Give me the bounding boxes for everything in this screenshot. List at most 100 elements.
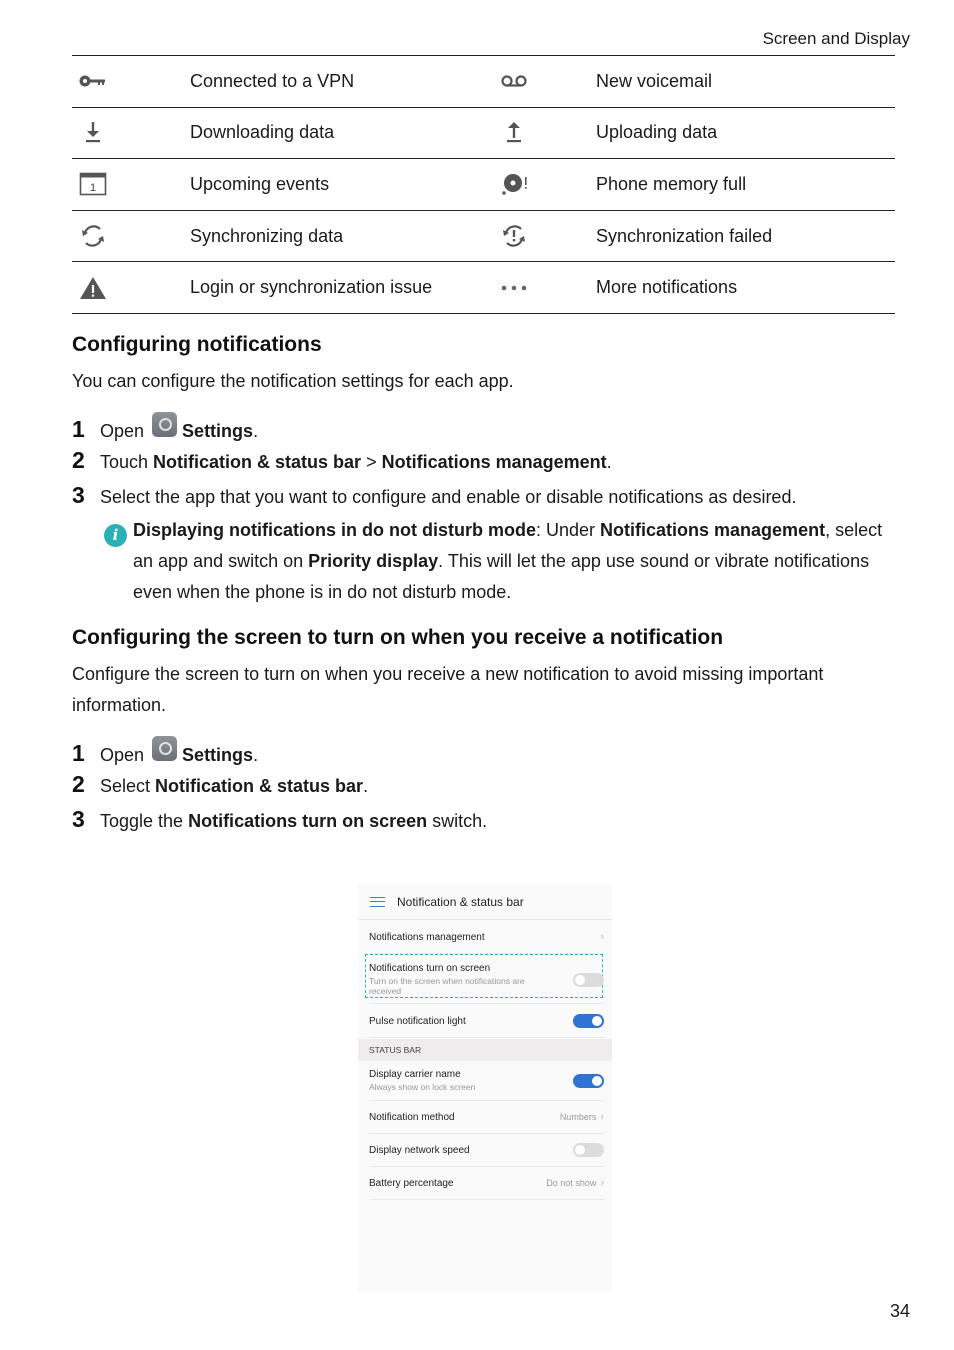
chevron-right-icon: › <box>600 1177 604 1189</box>
table-row: Downloading data Uploading data <box>72 108 895 160</box>
more-dots-icon <box>483 262 596 313</box>
step-text: Open <box>100 421 145 441</box>
sync-icon <box>72 211 190 262</box>
step-bold: Notification & status bar <box>153 452 362 472</box>
icon-label: Synchronization failed <box>596 225 773 246</box>
row-title: Display carrier name <box>369 1069 461 1080</box>
step-text: Touch <box>100 452 154 472</box>
note-bold: Notifications management <box>600 520 826 540</box>
step-text: Open <box>100 745 145 765</box>
network-speed-row: Display network speed <box>369 1134 604 1167</box>
step-bold: Settings <box>182 421 254 441</box>
notification-method-row[interactable]: Notification method Numbers › <box>369 1101 604 1134</box>
network-speed-toggle[interactable] <box>573 1143 604 1157</box>
table-row: Connected to a VPN New voicemail <box>72 56 895 108</box>
step-bold: Settings <box>182 745 254 765</box>
info-icon: i <box>104 524 127 547</box>
turn-on-screen-toggle[interactable] <box>573 972 604 987</box>
step-number: 2 <box>72 771 85 797</box>
step-text: switch. <box>427 811 488 831</box>
settings-app-icon <box>152 412 178 437</box>
row-value: Do not show › <box>546 1177 604 1189</box>
section-intro: Configure the screen to turn on when you… <box>72 664 824 715</box>
memory-full-icon <box>483 159 596 210</box>
step-text: > <box>361 452 382 472</box>
step-text: . <box>253 745 259 765</box>
phone-screenshot: Notification & status bar Notifications … <box>358 884 612 1292</box>
row-title: Display network speed <box>369 1144 470 1156</box>
table-row: Login or synchronization issue More noti… <box>72 262 895 314</box>
icon-label: Phone memory full <box>596 173 747 194</box>
step-bold: Notifications management <box>381 452 607 472</box>
icon-label: Downloading data <box>190 122 335 143</box>
step-2: 2 Touch Notification & status bar > Noti… <box>72 447 612 474</box>
step-3: 3 Select the app that you want to config… <box>72 482 796 509</box>
row-text: Notifications turn on screen Turn on the… <box>369 963 549 996</box>
icon-label: Uploading data <box>596 122 718 143</box>
turn-on-screen-row: Notifications turn on screen Turn on the… <box>369 956 604 1004</box>
step-bold: Notifications turn on screen <box>188 811 428 831</box>
phone-header: Notification & status bar <box>358 884 612 920</box>
sync-failed-icon <box>483 211 596 262</box>
row-title: Notifications management <box>369 931 485 943</box>
section-intro: You can configure the notification setti… <box>72 371 514 391</box>
status-bar-section-header: STATUS BAR <box>358 1039 612 1061</box>
row-title: Battery percentage <box>369 1177 454 1189</box>
phone-title: Notification & status bar <box>397 894 524 909</box>
step-3: 3 Toggle the Notifications turn on scree… <box>72 806 487 833</box>
step-text: . <box>606 452 612 472</box>
pulse-light-row: Pulse notification light <box>369 1005 604 1038</box>
icon-label: More notifications <box>596 277 738 298</box>
status-icon-table: Connected to a VPN New voicemail Downloa… <box>72 55 895 314</box>
warning-icon <box>72 262 190 313</box>
battery-percentage-row[interactable]: Battery percentage Do not show › <box>369 1167 604 1200</box>
row-text: Display carrier name Always show on lock… <box>369 1069 475 1092</box>
row-subtitle: Always show on lock screen <box>369 1082 476 1092</box>
icon-label: New voicemail <box>596 70 713 91</box>
vpn-key-icon <box>72 56 190 107</box>
step-number: 3 <box>72 806 85 832</box>
menu-icon[interactable] <box>370 896 385 907</box>
step-1: 1 Open Settings . <box>72 412 258 443</box>
chevron-right-icon: › <box>600 1111 604 1123</box>
pulse-light-toggle[interactable] <box>573 1014 604 1028</box>
row-subtitle: Turn on the screen when notifications ar… <box>369 976 525 996</box>
note-span: : Under <box>536 520 601 540</box>
step-number: 1 <box>72 416 85 442</box>
note-block: i Displaying notifications in do not dis… <box>104 515 894 608</box>
step-text: Toggle the <box>100 811 189 831</box>
step-number: 1 <box>72 740 85 766</box>
step-2: 2 Select Notification & status bar . <box>72 771 368 798</box>
note-bold: Priority display <box>308 551 439 571</box>
value-text: Do not show <box>546 1178 597 1188</box>
svg-text:1: 1 <box>90 182 96 194</box>
icon-label: Upcoming events <box>190 173 330 194</box>
running-header: Screen and Display <box>762 29 910 48</box>
value-text: Numbers <box>559 1112 597 1122</box>
section-heading: Configuring notifications <box>72 333 322 356</box>
note-bold: Displaying notifications in do not distu… <box>133 520 536 540</box>
table-row: 1 Upcoming events Phone memory full <box>72 159 895 211</box>
upload-icon <box>483 108 596 159</box>
page-number: 34 <box>889 1301 910 1321</box>
chevron-right-icon: › <box>600 931 604 943</box>
row-title: Pulse notification light <box>369 1015 466 1027</box>
calendar-icon: 1 <box>72 159 190 210</box>
step-number: 2 <box>72 447 85 473</box>
step-text: . <box>253 421 259 441</box>
step-text: Select <box>100 776 156 796</box>
notifications-management-row[interactable]: Notifications management › <box>369 921 604 954</box>
step-1: 1 Open Settings . <box>72 736 258 767</box>
icon-label: Connected to a VPN <box>190 70 355 91</box>
step-number: 3 <box>72 482 85 508</box>
step-text: Select the app that you want to configur… <box>100 487 797 507</box>
carrier-name-row: Display carrier name Always show on lock… <box>369 1061 604 1101</box>
step-text: . <box>363 776 369 796</box>
icon-label: Synchronizing data <box>190 225 344 246</box>
settings-app-icon <box>152 736 178 761</box>
carrier-name-toggle[interactable] <box>573 1073 604 1088</box>
step-bold: Notification & status bar <box>155 776 364 796</box>
icon-label: Login or synchronization issue <box>190 277 433 298</box>
row-value: Numbers › <box>560 1111 604 1123</box>
table-row: Synchronizing data Synchronization faile… <box>72 211 895 263</box>
